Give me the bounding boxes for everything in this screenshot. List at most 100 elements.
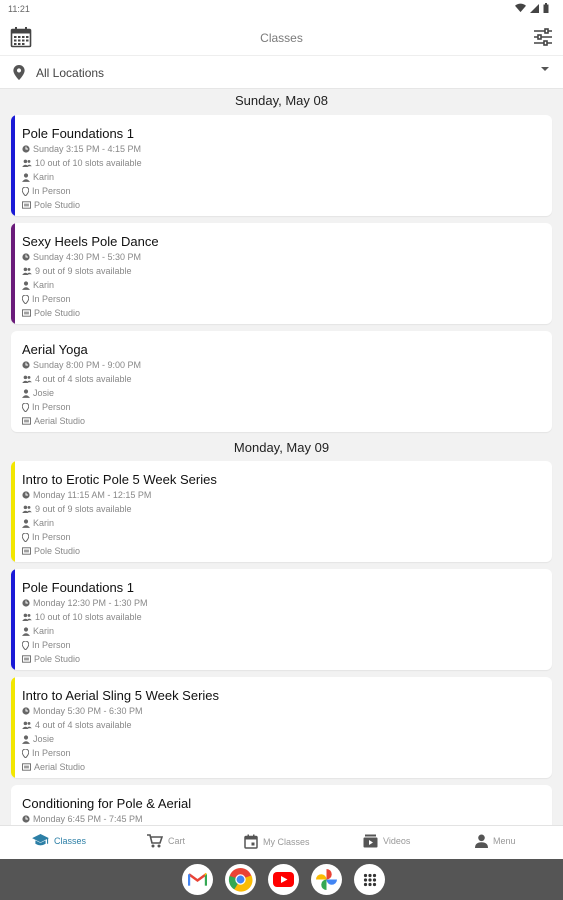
class-card[interactable]: Pole Foundations 1 Monday 12:30 PM - 1:3… <box>11 569 552 670</box>
map-pin-icon <box>13 65 25 80</box>
clock-icon <box>22 145 30 153</box>
class-color-bar <box>11 461 15 562</box>
class-color-bar <box>11 223 15 324</box>
nav-my-classes[interactable]: My Classes <box>244 834 310 849</box>
map-pin-icon <box>22 402 29 412</box>
bottom-navigation: Classes Cart My Classes Videos Menu <box>0 825 563 859</box>
map-pin-icon <box>22 186 29 196</box>
wifi-icon <box>515 3 526 13</box>
filter-sliders-icon[interactable] <box>533 27 553 47</box>
class-slots: 9 out of 9 slots available <box>22 504 132 514</box>
class-room: Pole Studio <box>22 654 80 664</box>
class-color-bar <box>11 785 15 825</box>
clock-icon <box>22 707 30 715</box>
clock-icon <box>22 491 30 499</box>
clock-icon <box>22 361 30 369</box>
class-mode: In Person <box>22 640 71 650</box>
room-icon <box>22 309 31 317</box>
class-mode: In Person <box>22 402 71 412</box>
class-mode: In Person <box>22 532 71 542</box>
class-card[interactable]: Pole Foundations 1 Sunday 3:15 PM - 4:15… <box>11 115 552 216</box>
users-icon <box>22 505 32 513</box>
chevron-down-icon <box>541 67 549 71</box>
users-icon <box>22 375 32 383</box>
class-slots: 10 out of 10 slots available <box>22 612 142 622</box>
class-time: Monday 12:30 PM - 1:30 PM <box>22 598 148 608</box>
page-title: Classes <box>260 31 303 45</box>
nav-videos[interactable]: Videos <box>363 834 410 848</box>
user-icon <box>22 388 30 398</box>
class-card[interactable]: Intro to Erotic Pole 5 Week Series Monda… <box>11 461 552 562</box>
class-time: Monday 11:15 AM - 12:15 PM <box>22 490 151 500</box>
nav-classes[interactable]: Classes <box>32 834 86 847</box>
class-slots: 4 out of 4 slots available <box>22 374 132 384</box>
class-slots: 9 out of 9 slots available <box>22 266 132 276</box>
class-time: Sunday 3:15 PM - 4:15 PM <box>22 144 141 154</box>
cart-icon <box>147 834 163 848</box>
gmail-icon[interactable] <box>182 864 213 895</box>
user-icon <box>22 626 30 636</box>
class-title: Pole Foundations 1 <box>22 580 135 595</box>
room-icon <box>22 201 31 209</box>
user-icon <box>475 834 488 848</box>
class-time: Monday 5:30 PM - 6:30 PM <box>22 706 143 716</box>
user-icon <box>22 518 30 528</box>
class-card[interactable]: Sexy Heels Pole Dance Sunday 4:30 PM - 5… <box>11 223 552 324</box>
users-icon <box>22 159 32 167</box>
chrome-icon[interactable] <box>225 864 256 895</box>
photos-icon[interactable] <box>311 864 342 895</box>
date-header: Monday, May 09 <box>233 440 330 455</box>
map-pin-icon <box>22 748 29 758</box>
class-card[interactable]: Conditioning for Pole & Aerial Monday 6:… <box>11 785 552 825</box>
nav-cart[interactable]: Cart <box>147 834 185 848</box>
class-slots: 10 out of 10 slots available <box>22 158 142 168</box>
nav-menu[interactable]: Menu <box>475 834 516 848</box>
class-card[interactable]: Aerial Yoga Sunday 8:00 PM - 9:00 PM 4 o… <box>11 331 552 432</box>
user-icon <box>22 172 30 182</box>
class-room: Pole Studio <box>22 546 80 556</box>
users-icon <box>22 721 32 729</box>
status-time: 11:21 <box>8 4 30 14</box>
class-room: Aerial Studio <box>22 762 85 772</box>
signal-icon <box>530 3 539 13</box>
class-mode: In Person <box>22 748 71 758</box>
class-instructor: Karin <box>22 626 54 636</box>
user-icon <box>22 280 30 290</box>
users-icon <box>22 267 32 275</box>
map-pin-icon <box>22 532 29 542</box>
app-bar: Classes <box>0 20 563 56</box>
class-color-bar <box>11 569 15 670</box>
class-room: Pole Studio <box>22 308 80 318</box>
location-filter[interactable]: All Locations <box>0 57 563 89</box>
date-header: Sunday, May 08 <box>235 93 328 108</box>
clock-icon <box>22 599 30 607</box>
class-list[interactable]: Sunday, May 08 Pole Foundations 1 Sunday… <box>0 89 563 825</box>
class-time: Monday 6:45 PM - 7:45 PM <box>22 814 143 824</box>
class-instructor: Josie <box>22 734 54 744</box>
class-room: Pole Studio <box>22 200 80 210</box>
class-color-bar <box>11 115 15 216</box>
class-card[interactable]: Intro to Aerial Sling 5 Week Series Mond… <box>11 677 552 778</box>
room-icon <box>22 655 31 663</box>
map-pin-icon <box>22 640 29 650</box>
graduation-cap-icon <box>32 834 49 846</box>
room-icon <box>22 547 31 555</box>
class-time: Sunday 8:00 PM - 9:00 PM <box>22 360 141 370</box>
user-icon <box>22 734 30 744</box>
class-instructor: Karin <box>22 518 54 528</box>
status-bar: 11:21 <box>0 0 563 20</box>
app-drawer-icon[interactable] <box>354 864 385 895</box>
class-title: Pole Foundations 1 <box>22 126 135 141</box>
class-slots: 4 out of 4 slots available <box>22 720 132 730</box>
system-taskbar <box>0 859 563 900</box>
youtube-icon[interactable] <box>268 864 299 895</box>
class-title: Intro to Aerial Sling 5 Week Series <box>22 688 220 703</box>
class-title: Intro to Erotic Pole 5 Week Series <box>22 472 217 487</box>
class-color-bar <box>11 331 15 432</box>
class-room: Aerial Studio <box>22 416 85 426</box>
map-pin-icon <box>22 294 29 304</box>
class-title: Sexy Heels Pole Dance <box>22 234 159 249</box>
clock-icon <box>22 815 30 823</box>
class-mode: In Person <box>22 186 71 196</box>
class-color-bar <box>11 677 15 778</box>
